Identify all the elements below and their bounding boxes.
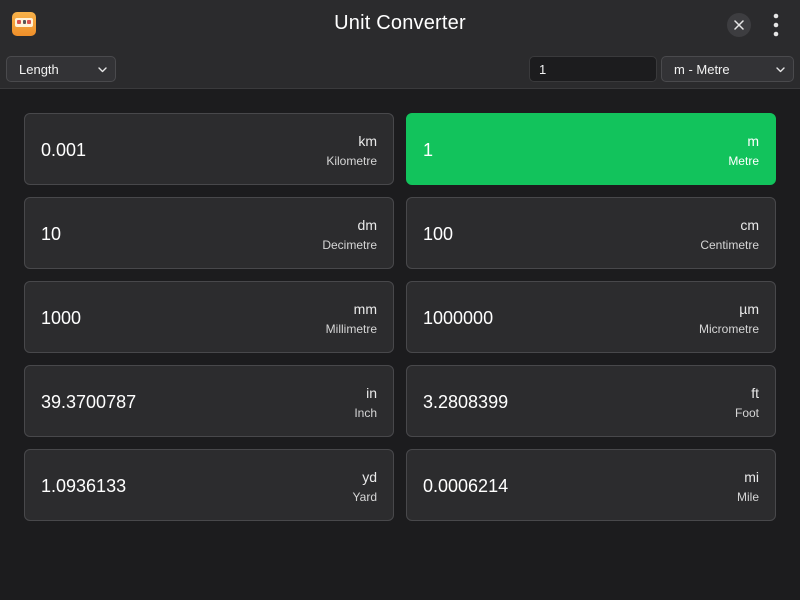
result-value: 100 bbox=[423, 224, 454, 244]
result-value: 0.0006214 bbox=[423, 476, 509, 496]
unit-symbol: cm bbox=[740, 217, 759, 233]
unit-symbol: mi bbox=[744, 469, 759, 485]
result-card-um[interactable]: 1000000 µm Micrometre bbox=[406, 281, 776, 353]
unit-name: Metre bbox=[728, 154, 759, 168]
window-title: Unit Converter bbox=[334, 12, 466, 34]
result-value: 1000 bbox=[41, 308, 82, 328]
result-card-mm[interactable]: 1000 mm Millimetre bbox=[24, 281, 394, 353]
result-value: 10 bbox=[41, 224, 62, 244]
unit-symbol: m bbox=[747, 133, 759, 149]
unit-select[interactable]: m - Metre bbox=[661, 56, 794, 82]
value-input[interactable] bbox=[529, 56, 657, 82]
chevron-down-icon bbox=[776, 67, 785, 73]
unit-symbol: µm bbox=[739, 301, 759, 317]
unit-symbol: yd bbox=[362, 469, 377, 485]
result-card-ft[interactable]: 3.2808399 ft Foot bbox=[406, 365, 776, 437]
result-card-yd[interactable]: 1.0936133 yd Yard bbox=[24, 449, 394, 521]
close-icon bbox=[734, 20, 744, 30]
more-options-button[interactable] bbox=[766, 11, 786, 39]
unit-symbol: dm bbox=[357, 217, 377, 233]
result-card-mi[interactable]: 0.0006214 mi Mile bbox=[406, 449, 776, 521]
toolbar: Length m - Metre bbox=[0, 50, 800, 89]
unit-name: Micrometre bbox=[698, 322, 759, 336]
chevron-down-icon bbox=[98, 67, 107, 73]
unit-select-value: m - Metre bbox=[674, 61, 730, 77]
unit-symbol: in bbox=[366, 385, 377, 401]
result-value: 3.2808399 bbox=[423, 392, 509, 412]
category-select-value: Length bbox=[19, 61, 59, 77]
result-value: 1.0936133 bbox=[41, 476, 127, 496]
unit-name: Kilometre bbox=[326, 154, 377, 168]
close-button[interactable] bbox=[727, 13, 751, 37]
result-value: 0.001 bbox=[41, 140, 87, 160]
unit-name: Yard bbox=[352, 490, 377, 504]
result-value: 1 bbox=[423, 140, 434, 160]
unit-symbol: km bbox=[358, 133, 377, 149]
unit-name: Mile bbox=[736, 490, 759, 504]
more-vertical-icon bbox=[773, 13, 779, 37]
result-value: 39.3700787 bbox=[41, 392, 137, 412]
unit-symbol: mm bbox=[353, 301, 377, 317]
result-card-dm[interactable]: 10 dm Decimetre bbox=[24, 197, 394, 269]
unit-name: Inch bbox=[354, 406, 377, 420]
unit-name: Foot bbox=[734, 406, 759, 420]
unit-symbol: ft bbox=[751, 385, 759, 401]
result-card-km[interactable]: 0.001 km Kilometre bbox=[24, 113, 394, 185]
title-bar: Unit Converter bbox=[0, 0, 800, 50]
category-select[interactable]: Length bbox=[6, 56, 116, 82]
unit-name: Millimetre bbox=[325, 322, 377, 336]
result-value: 1000000 bbox=[423, 308, 494, 328]
result-card-cm[interactable]: 100 cm Centimetre bbox=[406, 197, 776, 269]
unit-name: Decimetre bbox=[322, 238, 377, 252]
result-card-in[interactable]: 39.3700787 in Inch bbox=[24, 365, 394, 437]
result-card-m[interactable]: 1 m Metre bbox=[406, 113, 776, 185]
unit-name: Centimetre bbox=[700, 238, 759, 252]
